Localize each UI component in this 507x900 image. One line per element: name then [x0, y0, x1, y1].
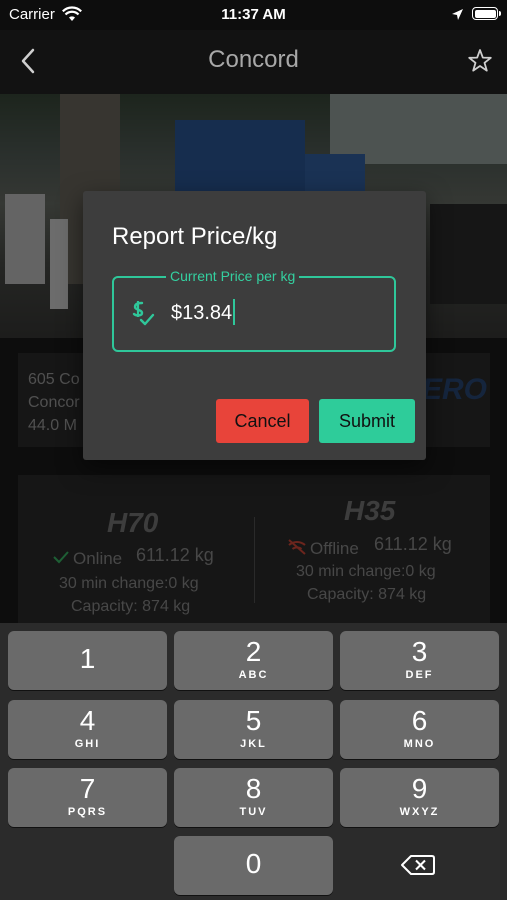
- backspace-icon[interactable]: [398, 850, 438, 880]
- price-input-value[interactable]: $13.84: [171, 302, 232, 325]
- key-5[interactable]: 5 JKL: [174, 700, 333, 759]
- dialog-title: Report Price/kg: [112, 223, 278, 250]
- key-digit: 6: [411, 705, 428, 736]
- key-letters: JKL: [240, 738, 267, 750]
- key-letters: DEF: [405, 669, 434, 681]
- key-digit: 3: [411, 636, 428, 667]
- key-digit: 5: [245, 705, 262, 736]
- submit-button[interactable]: Submit: [319, 399, 415, 443]
- key-letters: GHI: [74, 738, 101, 750]
- price-tag-dollar-icon: [132, 301, 155, 326]
- text-cursor: [233, 299, 235, 325]
- clock: 11:37 AM: [221, 6, 286, 23]
- key-digit: 2: [245, 636, 262, 667]
- key-letters: ABC: [238, 669, 269, 681]
- key-2[interactable]: 2 ABC: [174, 631, 333, 690]
- key-digit: 4: [79, 705, 96, 736]
- key-1[interactable]: 1: [8, 631, 167, 690]
- key-7[interactable]: 7 PQRS: [8, 768, 167, 827]
- key-6[interactable]: 6 MNO: [340, 700, 499, 759]
- key-0[interactable]: 0: [174, 836, 333, 895]
- key-8[interactable]: 8 TUV: [174, 768, 333, 827]
- cancel-button[interactable]: Cancel: [216, 399, 309, 443]
- star-outline-icon[interactable]: [466, 47, 494, 75]
- key-digit: 1: [79, 643, 96, 674]
- nav-title: Concord: [208, 46, 299, 73]
- key-4[interactable]: 4 GHI: [8, 700, 167, 759]
- key-letters: MNO: [403, 738, 436, 750]
- navigation-bar: Concord: [0, 30, 507, 94]
- location-arrow-icon: [452, 9, 463, 20]
- price-input-label: Current Price per kg: [166, 268, 300, 284]
- key-letters: WXYZ: [399, 806, 440, 818]
- key-digit: 9: [411, 773, 428, 804]
- key-letters: PQRS: [67, 806, 108, 818]
- status-bar: Carrier 11:37 AM: [0, 0, 507, 30]
- key-3[interactable]: 3 DEF: [340, 631, 499, 690]
- key-digit: 0: [245, 848, 262, 879]
- battery-icon: [472, 7, 501, 20]
- key-9[interactable]: 9 WXYZ: [340, 768, 499, 827]
- key-digit: 7: [79, 773, 96, 804]
- key-letters: TUV: [239, 806, 268, 818]
- key-digit: 8: [245, 773, 262, 804]
